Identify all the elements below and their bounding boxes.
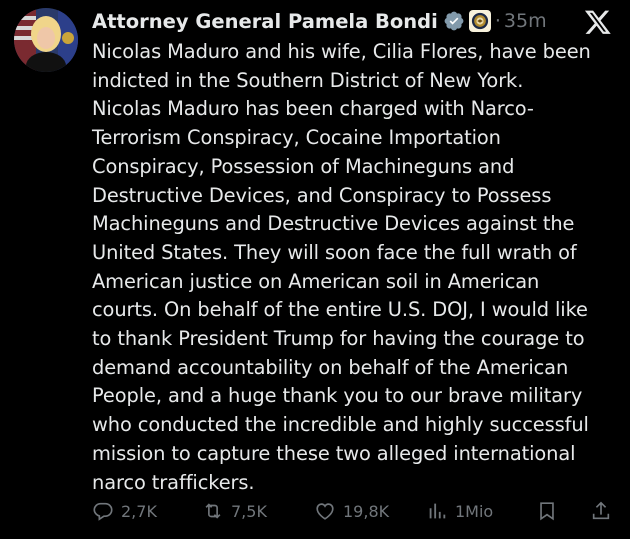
repost-icon <box>205 503 221 519</box>
heart-icon <box>316 503 334 520</box>
doj-seal-icon[interactable] <box>468 10 491 32</box>
repost-button[interactable]: 7,5K <box>202 500 267 522</box>
author-avatar[interactable] <box>14 8 78 72</box>
repost-count: 7,5K <box>231 501 267 521</box>
tweet-text: Nicolas Maduro and his wife, Cilia Flore… <box>92 40 591 494</box>
reply-count: 2,7K <box>121 501 157 521</box>
tweet-body: Attorney General Pamela Bondi · 35m Nico… <box>92 4 622 497</box>
like-button[interactable]: 19,8K <box>314 500 389 522</box>
views-chart-icon <box>429 503 446 519</box>
action-bar: 2,7K 7,5K 19,8K 1Mio <box>92 496 620 526</box>
share-icon <box>592 501 610 520</box>
bookmark-button[interactable] <box>536 500 558 522</box>
separator-dot: · <box>494 10 501 32</box>
like-count: 19,8K <box>343 501 390 521</box>
reply-icon <box>93 502 113 521</box>
views-button[interactable]: 1Mio <box>426 500 493 522</box>
timestamp[interactable]: 35m <box>504 10 547 32</box>
bookmark-icon <box>540 502 554 521</box>
verified-badge-icon[interactable] <box>443 10 465 32</box>
author-name[interactable]: Attorney General Pamela Bondi <box>92 10 438 33</box>
share-button[interactable] <box>590 500 612 522</box>
tweet-header: Attorney General Pamela Bondi · 35m <box>92 4 622 38</box>
view-count: 1Mio <box>455 501 494 521</box>
reply-button[interactable]: 2,7K <box>92 500 157 522</box>
